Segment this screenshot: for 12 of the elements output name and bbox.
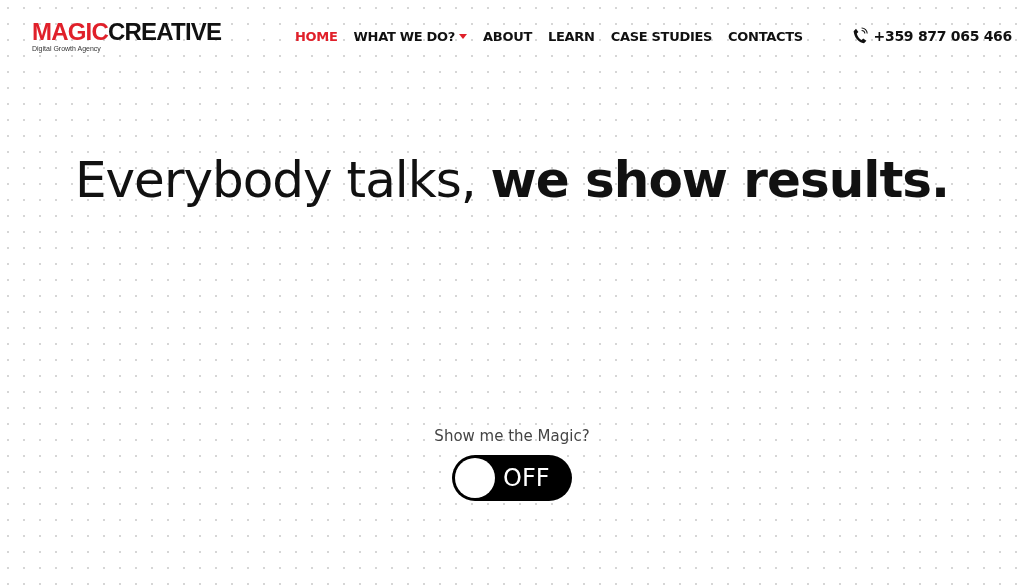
nav-link[interactable]: LEARN (548, 28, 595, 44)
nav-link[interactable]: CASE STUDIES (610, 28, 713, 44)
phone-icon (851, 27, 868, 45)
magic-toggle[interactable]: OFF (452, 455, 572, 501)
phone-number[interactable]: +359 877 065 466 (873, 28, 1012, 44)
nav-link[interactable]: WHAT WE DO? (353, 28, 468, 44)
nav-link[interactable]: CONTACTS (728, 28, 803, 44)
nav-link[interactable]: HOME (295, 28, 338, 44)
caret-icon (459, 33, 468, 39)
headline: Everybody talks, we show results. (73, 150, 951, 210)
nav-link[interactable]: ABOUT (483, 28, 532, 44)
toggle-question: Show me the Magic? (434, 427, 590, 445)
